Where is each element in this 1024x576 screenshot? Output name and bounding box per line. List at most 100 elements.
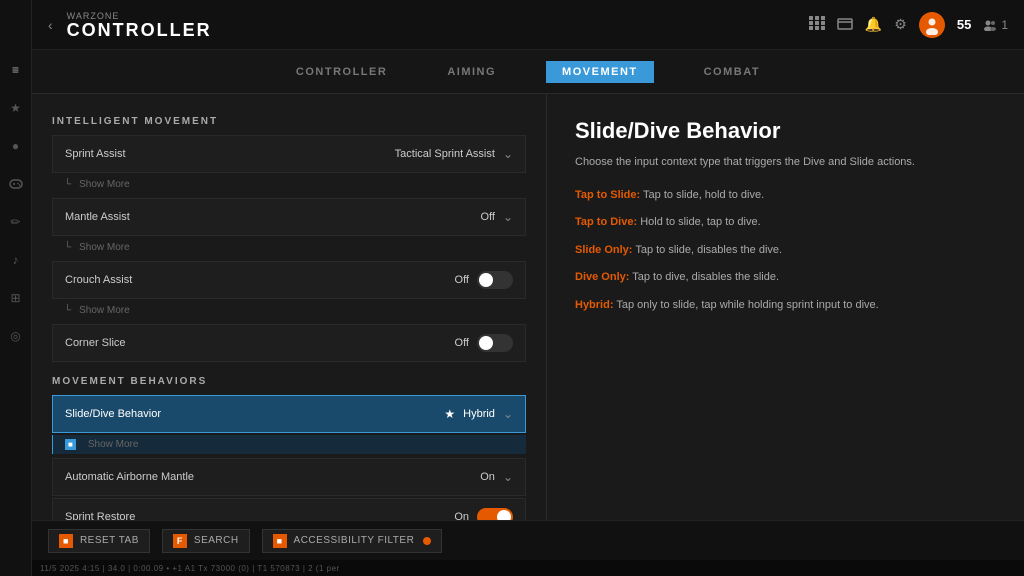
reset-tab-button[interactable]: ■ RESET TAB — [48, 529, 150, 553]
search-key: F — [173, 534, 187, 548]
info-option-text-3: Tap to dive, disables the slide. — [632, 271, 779, 283]
back-button[interactable]: ‹ — [48, 17, 53, 33]
tabs-bar: CONTROLLER AIMING MOVEMENT COMBAT — [32, 50, 1024, 94]
sidebar-icon-audio[interactable]: ♪ — [6, 250, 26, 270]
tab-combat[interactable]: COMBAT — [694, 62, 770, 82]
airborne-mantle-arrow: ⌄ — [503, 470, 513, 484]
crouch-assist-toggle[interactable] — [477, 271, 513, 289]
sprint-assist-label: Sprint Assist — [65, 148, 395, 160]
setting-crouch-assist[interactable]: Crouch Assist Off — [52, 261, 526, 299]
header: ‹ WARZONE CONTROLLER — [32, 0, 1024, 50]
show-more-corner-icon-2: └ — [64, 242, 71, 253]
mantle-assist-show-more[interactable]: └ Show More — [52, 238, 526, 257]
sidebar-icon-profile[interactable]: ● — [6, 136, 26, 156]
card-icon[interactable] — [837, 17, 853, 33]
sidebar-icon-edit[interactable]: ✏ — [6, 212, 26, 232]
main-area: ‹ WARZONE CONTROLLER — [32, 0, 1024, 576]
content-area: INTELLIGENT MOVEMENT Sprint Assist Tacti… — [32, 94, 1024, 520]
crouch-assist-value: Off — [455, 274, 469, 286]
reset-label: RESET TAB — [80, 535, 139, 546]
info-option-1: Tap to Dive: Hold to slide, tap to dive. — [575, 214, 996, 232]
tab-movement[interactable]: MOVEMENT — [546, 61, 654, 83]
slide-dive-arrow: ⌄ — [503, 407, 513, 421]
tab-controller[interactable]: CONTROLLER — [286, 62, 397, 82]
grid-icon[interactable] — [809, 16, 825, 33]
sidebar-icon-home[interactable]: ≡ — [6, 60, 26, 80]
mantle-assist-value: Off — [480, 211, 494, 223]
settings-panel: INTELLIGENT MOVEMENT Sprint Assist Tacti… — [32, 94, 547, 520]
info-option-0: Tap to Slide: Tap to slide, hold to dive… — [575, 187, 996, 205]
filter-dot — [423, 537, 431, 545]
info-option-3: Dive Only: Tap to dive, disables the sli… — [575, 269, 996, 287]
sprint-restore-value: On — [454, 511, 469, 520]
sidebar-icon-favorites[interactable]: ★ — [6, 98, 26, 118]
crouch-assist-show-more[interactable]: └ Show More — [52, 301, 526, 320]
accessibility-filter-button[interactable]: ■ ACCESSIBILITY FILTER — [262, 529, 443, 553]
sidebar: ≡ ★ ● ✏ ♪ ⊞ ◎ — [0, 0, 32, 576]
info-option-label-2: Slide Only: — [575, 244, 632, 256]
tab-aiming[interactable]: AIMING — [437, 62, 506, 82]
status-text: 11/5 2025 4:15 | 34.0 | 0:00.09 • +1 A1 … — [40, 564, 340, 573]
info-option-text-0: Tap to slide, hold to dive. — [643, 189, 764, 201]
mantle-assist-label: Mantle Assist — [65, 211, 480, 223]
slide-dive-value: Hybrid — [463, 408, 495, 420]
info-description: Choose the input context type that trigg… — [575, 154, 996, 171]
page-title: CONTROLLER — [67, 21, 212, 39]
sprint-assist-value: Tactical Sprint Assist — [395, 148, 495, 160]
setting-slide-dive[interactable]: Slide/Dive Behavior ★ Hybrid ⌄ — [52, 395, 526, 433]
info-option-label-4: Hybrid: — [575, 299, 614, 311]
header-right: 🔔 ⚙ 55 1 — [809, 12, 1008, 38]
friends-number: 1 — [1001, 18, 1008, 32]
show-more-corner-icon-3: └ — [64, 305, 71, 316]
status-bar: 11/5 2025 4:15 | 34.0 | 0:00.09 • +1 A1 … — [32, 560, 1024, 576]
sidebar-icon-controller[interactable] — [6, 174, 26, 194]
corner-slice-toggle[interactable] — [477, 334, 513, 352]
slide-dive-star: ★ — [444, 407, 455, 421]
sprint-restore-toggle[interactable] — [477, 508, 513, 520]
show-more-corner-icon-4: ■ — [65, 439, 80, 450]
airborne-mantle-value: On — [480, 471, 495, 483]
section-title-intelligent: INTELLIGENT MOVEMENT — [52, 116, 526, 127]
info-option-text-4: Tap only to slide, tap while holding spr… — [616, 299, 878, 311]
show-more-label-2: Show More — [79, 242, 130, 253]
show-more-label: Show More — [79, 179, 130, 190]
sprint-restore-label: Sprint Restore — [65, 511, 454, 520]
corner-slice-label: Corner Slice — [65, 337, 455, 349]
sprint-assist-show-more[interactable]: └ Show More — [52, 175, 526, 194]
game-name: WARZONE — [67, 11, 212, 21]
setting-mantle-assist[interactable]: Mantle Assist Off ⌄ — [52, 198, 526, 236]
slide-dive-show-more[interactable]: ■ Show More — [52, 435, 526, 454]
player-score: 55 — [957, 17, 971, 32]
setting-corner-slice[interactable]: Corner Slice Off — [52, 324, 526, 362]
info-option-text-1: Hold to slide, tap to dive. — [640, 216, 760, 228]
show-more-corner-icon: └ — [64, 179, 71, 190]
setting-airborne-mantle[interactable]: Automatic Airborne Mantle On ⌄ — [52, 458, 526, 496]
sidebar-icon-grid[interactable]: ⊞ — [6, 288, 26, 308]
info-option-text-2: Tap to slide, disables the dive. — [635, 244, 782, 256]
setting-sprint-restore[interactable]: Sprint Restore On — [52, 498, 526, 520]
airborne-mantle-label: Automatic Airborne Mantle — [65, 471, 480, 483]
sprint-assist-arrow: ⌄ — [503, 147, 513, 161]
header-title-area: WARZONE CONTROLLER — [67, 11, 212, 39]
section-title-behaviors: MOVEMENT BEHAVIORS — [52, 376, 526, 387]
bottom-bar: ■ RESET TAB F SEARCH ■ ACCESSIBILITY FIL… — [32, 520, 1024, 560]
info-option-label-3: Dive Only: — [575, 271, 629, 283]
sidebar-icon-network[interactable]: ◎ — [6, 326, 26, 346]
reset-key: ■ — [59, 534, 73, 548]
info-option-label-1: Tap to Dive: — [575, 216, 637, 228]
setting-sprint-assist[interactable]: Sprint Assist Tactical Sprint Assist ⌄ — [52, 135, 526, 173]
gear-icon[interactable]: ⚙ — [894, 16, 907, 33]
slide-dive-label: Slide/Dive Behavior — [65, 408, 444, 420]
info-option-4: Hybrid: Tap only to slide, tap while hol… — [575, 297, 996, 315]
search-label: SEARCH — [194, 535, 239, 546]
show-more-label-4: Show More — [88, 439, 139, 450]
info-option-2: Slide Only: Tap to slide, disables the d… — [575, 242, 996, 260]
search-button[interactable]: F SEARCH — [162, 529, 250, 553]
show-more-label-3: Show More — [79, 305, 130, 316]
filter-key: ■ — [273, 534, 287, 548]
info-title: Slide/Dive Behavior — [575, 118, 996, 144]
corner-slice-value: Off — [455, 337, 469, 349]
avatar[interactable] — [919, 12, 945, 38]
bell-icon[interactable]: 🔔 — [865, 16, 882, 33]
mantle-assist-arrow: ⌄ — [503, 210, 513, 224]
